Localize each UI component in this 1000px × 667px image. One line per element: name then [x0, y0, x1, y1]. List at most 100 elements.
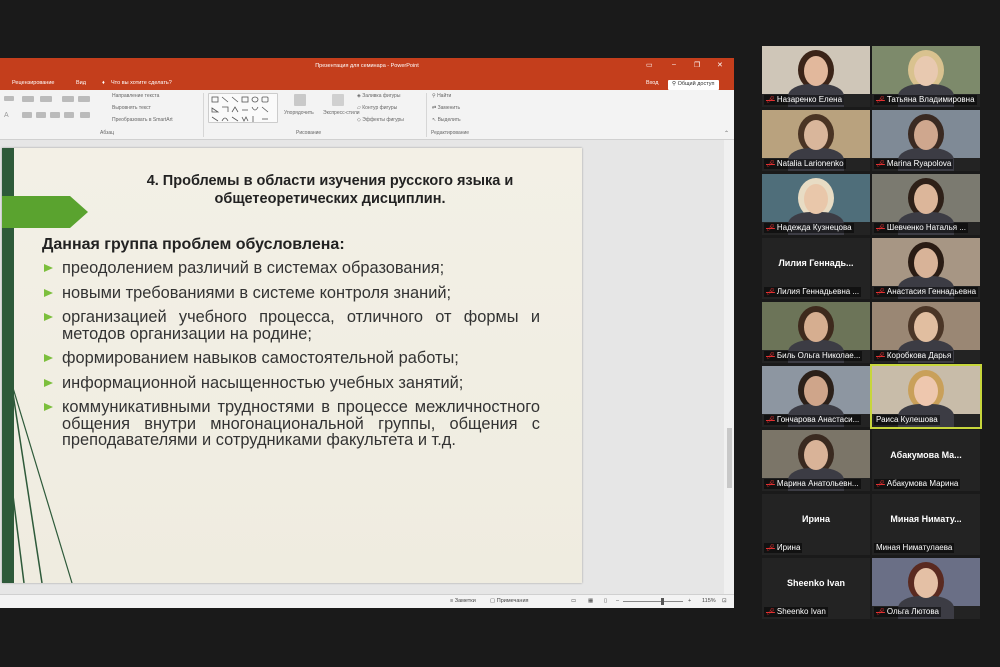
participant-tile[interactable]: Лилия Геннадь... 🎤︎ Лилия Геннадьевна ...: [762, 238, 870, 299]
muted-mic-icon: 🎤︎: [876, 609, 885, 616]
participant-tile[interactable]: 🎤︎ Назаренко Елена: [762, 46, 870, 107]
participant-name: Гончарова Анастаси...: [776, 415, 860, 424]
align-right-icon[interactable]: [50, 112, 60, 118]
shape-effects-button[interactable]: ◇ Эффекты фигуры: [357, 117, 404, 123]
zoom-slider-knob[interactable]: [661, 598, 664, 605]
shape-fill-button[interactable]: ◈ Заливка фигуры: [357, 93, 400, 99]
find-button[interactable]: ⚲ Найти: [432, 93, 451, 99]
slide-canvas[interactable]: 4. Проблемы в области изучения русского …: [2, 148, 582, 583]
participant-tile[interactable]: 🎤︎ Ольга Лютова: [872, 558, 980, 619]
slide-decor-arrow: [2, 196, 88, 228]
participant-name: Биль Ольга Николае...: [776, 351, 861, 360]
participant-video: [872, 366, 980, 427]
share-button[interactable]: ⚲ Общий доступ: [668, 80, 719, 90]
columns-icon[interactable]: [80, 112, 90, 118]
participant-name-label: Раиса Кулешова: [874, 415, 940, 425]
participant-name: Коробкова Дарья: [886, 351, 952, 360]
close-icon[interactable]: ✕: [717, 61, 723, 69]
participant-display-name: Лилия Геннадь...: [778, 258, 854, 268]
slide-sorter-icon[interactable]: ▦: [588, 598, 593, 604]
normal-view-icon[interactable]: ▭: [571, 598, 576, 604]
participant-tile[interactable]: 🎤︎ Марина Анатольевн...: [762, 430, 870, 491]
reading-view-icon[interactable]: ▯: [604, 598, 607, 604]
participant-tile[interactable]: 🎤︎ Marina Ryapolova: [872, 110, 980, 171]
zoom-out-icon[interactable]: –: [616, 598, 619, 604]
tell-me-search[interactable]: Что вы хотите сделать?: [111, 80, 172, 86]
zoom-in-icon[interactable]: +: [688, 598, 691, 604]
participant-name: Ирина: [776, 543, 801, 552]
participant-name-label: 🎤︎ Коробкова Дарья: [874, 351, 954, 361]
numbering-icon[interactable]: [40, 96, 52, 102]
participant-face: [804, 376, 828, 406]
participant-tile[interactable]: 🎤︎ Надежда Кузнецова: [762, 174, 870, 235]
indent-icon[interactable]: [4, 96, 14, 101]
minimize-icon[interactable]: –: [672, 61, 676, 68]
shapes-gallery[interactable]: [208, 93, 278, 123]
quick-styles-icon[interactable]: [332, 94, 344, 106]
zoom-level[interactable]: 115%: [702, 598, 716, 604]
participant-tile[interactable]: 🎤︎ Коробкова Дарья: [872, 302, 980, 363]
muted-mic-icon: 🎤︎: [766, 97, 775, 104]
align-left-icon[interactable]: [22, 112, 32, 118]
participant-video: [872, 302, 980, 363]
decrease-indent-icon[interactable]: [62, 96, 74, 102]
maximize-icon[interactable]: ❐: [694, 61, 700, 69]
participant-face: [804, 56, 828, 86]
participant-video: [872, 558, 980, 619]
participant-name: Назаренко Елена: [776, 95, 843, 104]
participant-name: Марина Анатольевн...: [776, 479, 859, 488]
participant-tile[interactable]: Миная Нимату... Миная Ниматулаева: [872, 494, 980, 555]
tab-review[interactable]: Рецензирование: [12, 80, 54, 86]
participant-name: Абакумова Марина: [886, 479, 959, 488]
muted-mic-icon: 🎤︎: [876, 353, 885, 360]
collapse-ribbon-icon[interactable]: ⌃: [724, 130, 729, 137]
participant-tile[interactable]: Абакумова Ма... 🎤︎ Абакумова Марина: [872, 430, 980, 491]
align-center-icon[interactable]: [36, 112, 46, 118]
participant-video: [762, 46, 870, 107]
fit-slide-icon[interactable]: ⊡: [722, 598, 727, 604]
muted-mic-icon: 🎤︎: [766, 353, 775, 360]
participant-display-name: Ирина: [802, 514, 830, 524]
participant-name-label: 🎤︎ Natalia Larionenko: [764, 159, 846, 169]
participant-tile[interactable]: Ирина 🎤︎ Ирина: [762, 494, 870, 555]
arrange-icon[interactable]: [294, 94, 306, 106]
quick-styles-button[interactable]: Экспресс-стили: [323, 110, 360, 116]
comments-button[interactable]: ▢ Примечания: [490, 598, 529, 604]
justify-icon[interactable]: [64, 112, 74, 118]
vertical-scrollbar[interactable]: [724, 140, 734, 594]
shape-outline-button[interactable]: ▱ Контур фигуры: [357, 105, 397, 111]
participant-name-label: 🎤︎ Биль Ольга Николае...: [764, 351, 863, 361]
scrollbar-thumb[interactable]: [727, 428, 732, 488]
select-button[interactable]: ↖ Выделить: [432, 117, 461, 123]
text-icon[interactable]: A: [4, 112, 10, 119]
bullets-icon[interactable]: [22, 96, 34, 102]
convert-smartart-button[interactable]: Преобразовать в SmartArt: [112, 117, 173, 123]
replace-button[interactable]: ⇄ Заменить: [432, 105, 460, 111]
participant-tile[interactable]: 🎤︎ Биль Ольга Николае...: [762, 302, 870, 363]
participant-tile[interactable]: Раиса Кулешова: [870, 364, 982, 429]
participant-display-name: Миная Нимату...: [890, 514, 962, 524]
tab-view[interactable]: Вид: [76, 80, 86, 86]
participant-tile[interactable]: 🎤︎ Татьяна Владимировна: [872, 46, 980, 107]
ribbon-display-icon[interactable]: ▭: [646, 61, 653, 69]
participant-tile[interactable]: 🎤︎ Гончарова Анастаси...: [762, 366, 870, 427]
participant-tile[interactable]: 🎤︎ Natalia Larionenko: [762, 110, 870, 171]
arrange-button[interactable]: Упорядочить: [284, 110, 314, 116]
participant-name-label: 🎤︎ Гончарова Анастаси...: [764, 415, 862, 425]
notes-button[interactable]: ≡ Заметки: [450, 598, 476, 604]
text-direction-button[interactable]: Направление текста: [112, 93, 159, 99]
bullet-item: новыми требованиями в системе контроля з…: [42, 284, 540, 302]
participant-name: Анастасия Геннадьевна: [886, 287, 977, 296]
participant-tile[interactable]: Sheenko Ivan 🎤︎ Sheenko Ivan: [762, 558, 870, 619]
increase-indent-icon[interactable]: [78, 96, 90, 102]
align-text-button[interactable]: Выровнять текст: [112, 105, 151, 111]
ribbon-separator: [426, 93, 427, 137]
participant-tile[interactable]: 🎤︎ Анастасия Геннадьевна: [872, 238, 980, 299]
participant-name-label: 🎤︎ Абакумова Марина: [874, 479, 961, 489]
participant-name-label: 🎤︎ Шевченко Наталья ...: [874, 223, 968, 233]
sign-in-link[interactable]: Вход: [646, 80, 658, 86]
participant-tile[interactable]: 🎤︎ Шевченко Наталья ...: [872, 174, 980, 235]
bullet-item: организацией учебного процесса, отличног…: [42, 309, 540, 342]
participant-face: [914, 312, 938, 342]
zoom-slider[interactable]: [623, 601, 683, 602]
